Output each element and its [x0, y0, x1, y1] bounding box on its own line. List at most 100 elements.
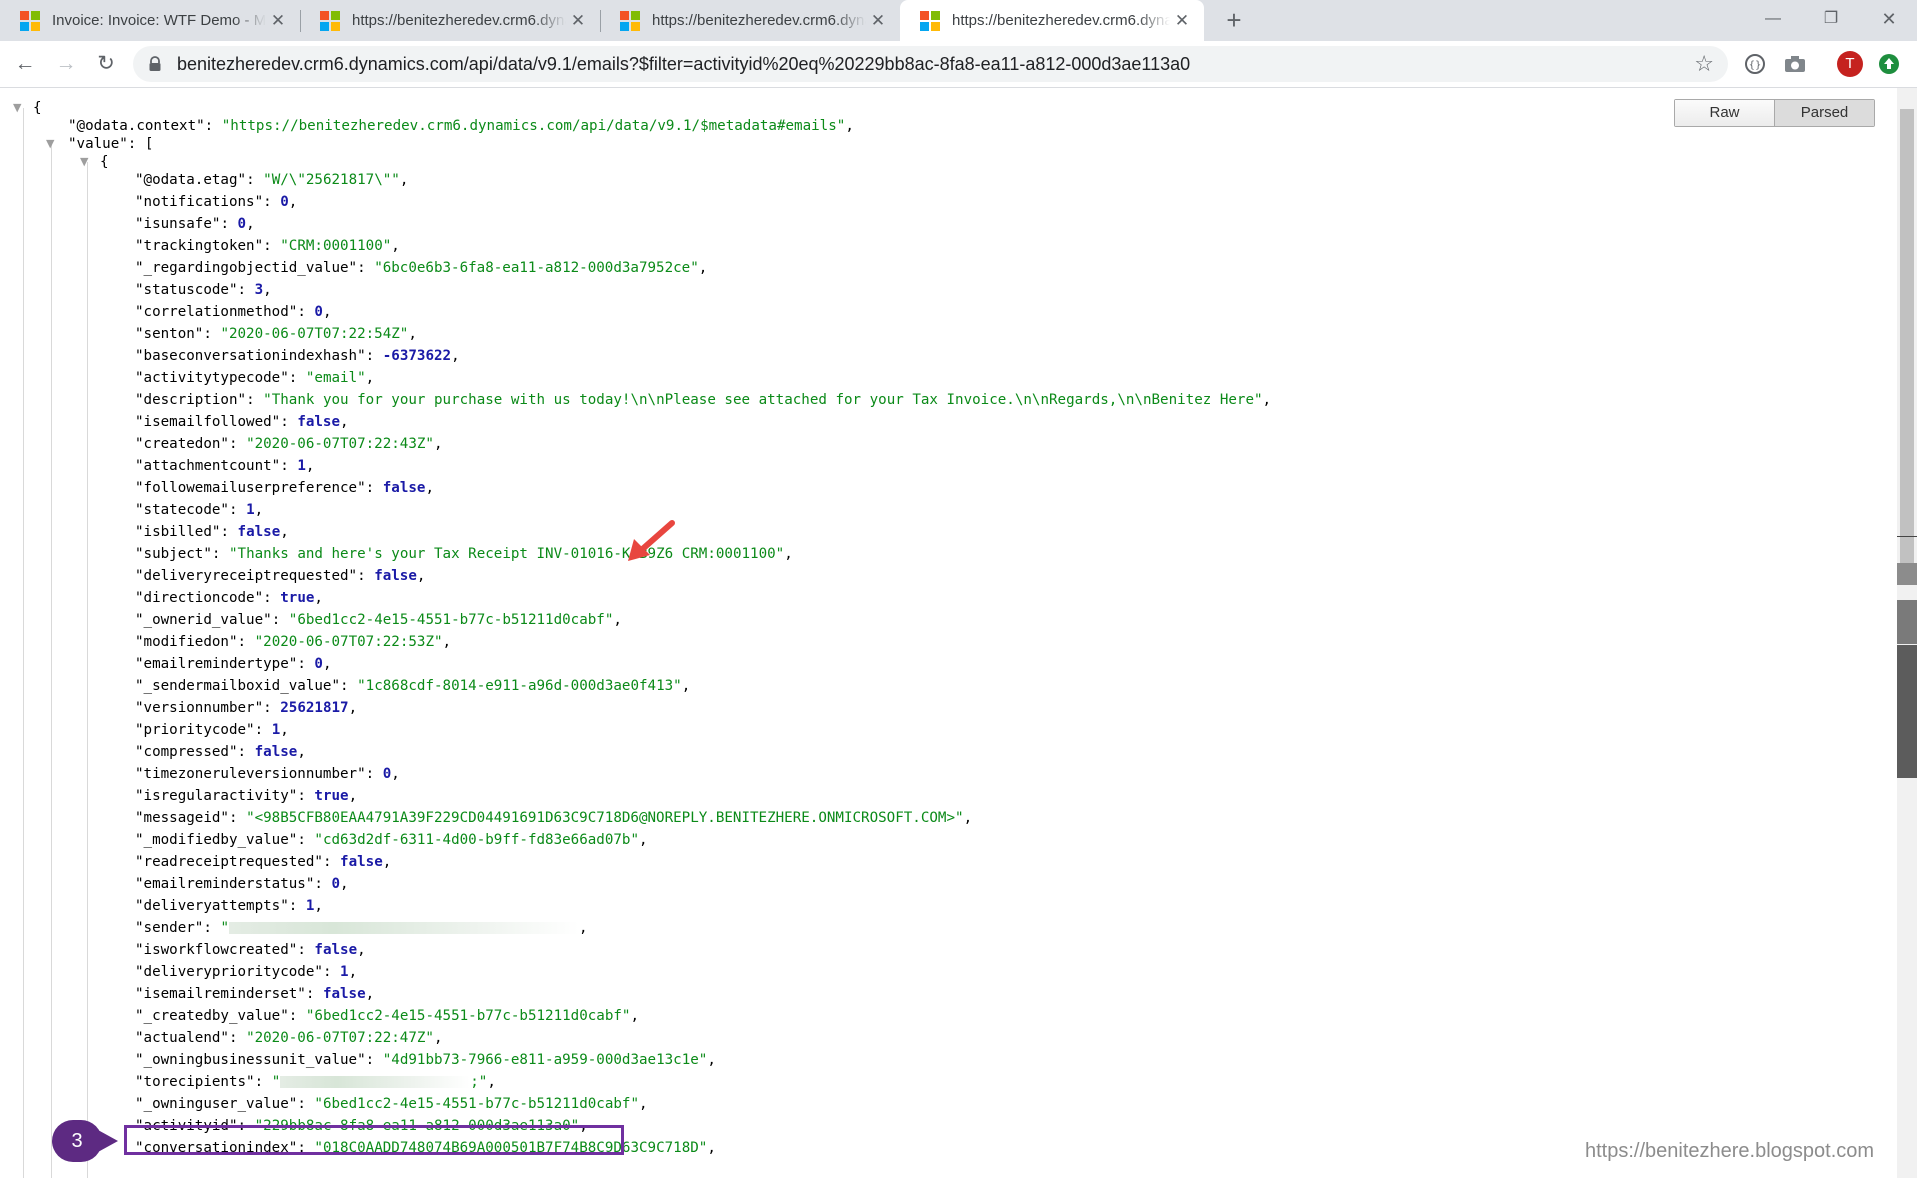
json-key: directioncode — [143, 590, 255, 606]
scroll-marker — [1897, 536, 1917, 537]
colon: : — [297, 942, 315, 958]
forward-icon[interactable]: → — [50, 48, 82, 80]
raw-view-button[interactable]: Raw — [1675, 100, 1775, 126]
browser-tab[interactable]: Invoice: Invoice: WTF Demo - Microsoft D… — [0, 0, 300, 41]
json-value: "6bed1cc2-4e15-4551-b77c-b51211d0cabf" — [305, 1008, 631, 1024]
json-row-isemailreminderset: "isemailreminderset": false, — [135, 983, 374, 1005]
parsed-view-button[interactable]: Parsed — [1775, 100, 1874, 126]
colon: : — [297, 832, 315, 848]
comma: , — [280, 524, 289, 540]
colon: : — [365, 348, 383, 364]
watermark: https://benitezhere.blogspot.com — [1585, 1140, 1875, 1162]
json-row-emailreminderstatus: "emailreminderstatus": 0, — [135, 873, 349, 895]
json-value: "2020-06-07T07:22:54Z" — [220, 326, 409, 342]
restore-window-icon[interactable]: ❐ — [1808, 4, 1854, 34]
json-key: _sendermailboxid_value — [143, 678, 332, 694]
json-row-followemailuserpreference: "followemailuserpreference": false, — [135, 477, 434, 499]
address-bar[interactable]: benitezheredev.crm6.dynamics.com/api/dat… — [133, 46, 1728, 82]
comma: , — [322, 304, 332, 320]
json-row-value: "value": [ — [68, 136, 154, 152]
quote-mark: " — [254, 700, 264, 716]
redacted-tail: ;" — [470, 1074, 488, 1090]
quote-mark: " — [228, 634, 238, 650]
quote-mark: " — [135, 1052, 144, 1068]
reload-icon[interactable]: ↻ — [90, 48, 122, 80]
scroll-marker — [1897, 600, 1917, 644]
scrollbar-thumb[interactable] — [1900, 109, 1914, 569]
quote-mark: " — [135, 392, 144, 408]
quote-mark: " — [331, 678, 341, 694]
json-value: 3 — [254, 282, 264, 298]
collapse-toggle-icon[interactable]: ▼ — [13, 101, 21, 114]
json-row-baseconversationindexhash: "baseconversationindexhash": -6373622, — [135, 345, 460, 367]
camera-icon[interactable] — [1782, 51, 1808, 77]
comma: , — [613, 612, 622, 628]
json-row-ownerid-value: "_ownerid_value": "6bed1cc2-4e15-4551-b7… — [135, 609, 622, 631]
comma: , — [442, 634, 452, 650]
comma: , — [322, 656, 332, 672]
json-key: notifications — [143, 194, 255, 210]
quote-mark: " — [135, 744, 144, 760]
url-text[interactable]: benitezheredev.crm6.dynamics.com/api/dat… — [177, 54, 1190, 75]
browser-tab[interactable]: https://benitezheredev.crm6.dynamics.com… — [600, 0, 900, 41]
json-key: _owningbusinessunit_value — [143, 1052, 358, 1068]
new-tab-button[interactable]: + — [1218, 4, 1250, 36]
collapse-toggle-icon[interactable]: ▼ — [46, 137, 54, 150]
json-row-compressed: "compressed": false, — [135, 741, 306, 763]
colon: : — [246, 172, 264, 188]
array-open-bracket: [ — [144, 136, 154, 152]
quote-mark: " — [135, 854, 144, 870]
comma: , — [288, 194, 298, 210]
colon: : — [211, 546, 229, 562]
json-value: "2020-06-07T07:22:53Z" — [254, 634, 443, 650]
json-key: _regardingobjectid_value — [143, 260, 349, 276]
minimize-window-icon[interactable]: — — [1750, 4, 1796, 34]
json-value: false — [237, 524, 281, 540]
colon: : — [322, 854, 341, 870]
scroll-marker — [1897, 563, 1917, 585]
quote-mark: " — [357, 480, 366, 496]
red-arrow-annotation-icon — [628, 520, 675, 561]
comma: , — [487, 1074, 496, 1090]
json-value: 1 — [297, 458, 306, 474]
json-row-attachmentcount: "attachmentcount": 1, — [135, 455, 314, 477]
close-tab-icon[interactable]: ✕ — [866, 11, 890, 31]
quote-mark: " — [246, 722, 255, 738]
quote-mark: " — [314, 854, 323, 870]
colon: : — [263, 238, 281, 254]
comma: , — [1262, 392, 1272, 408]
json-value: "https://benitezheredev.crm6.dynamics.co… — [221, 118, 846, 134]
extension-icon[interactable]: {} — [1742, 51, 1768, 77]
quote-mark: " — [280, 370, 289, 386]
close-tab-icon[interactable]: ✕ — [266, 11, 290, 31]
json-value: " ;" — [272, 1074, 488, 1090]
close-tab-icon[interactable]: ✕ — [566, 11, 590, 31]
json-row-isregularactivity: "isregularactivity": true, — [135, 785, 357, 807]
browser-tab-active[interactable]: https://benitezheredev.crm6.dynamics.com… — [900, 0, 1204, 41]
json-row-context: "@odata.context": "https://benitezherede… — [68, 118, 854, 134]
browser-tab[interactable]: https://benitezheredev.crm6.dynamics.com… — [300, 0, 600, 41]
colon: : — [237, 634, 255, 650]
collapse-toggle-icon[interactable]: ▼ — [80, 155, 88, 168]
json-row-createdon: "createdon": "2020-06-07T07:22:43Z", — [135, 433, 443, 455]
lock-icon[interactable] — [147, 56, 163, 72]
quote-mark: " — [254, 194, 264, 210]
colon: : — [288, 370, 306, 386]
json-value: " — [220, 920, 579, 936]
profile-avatar[interactable]: T — [1837, 51, 1863, 77]
json-key: _ownerid_value — [143, 612, 264, 628]
json-row-isemailfollowed: "isemailfollowed": false, — [135, 411, 349, 433]
close-window-icon[interactable]: ✕ — [1866, 4, 1912, 34]
colon: : — [220, 216, 238, 232]
quote-mark: " — [135, 920, 144, 936]
colon: : — [305, 986, 323, 1002]
quote-mark: " — [203, 546, 212, 562]
star-icon[interactable]: ☆ — [1694, 51, 1714, 77]
update-icon[interactable] — [1879, 54, 1899, 74]
comma: , — [357, 942, 366, 958]
colon: : — [288, 1008, 306, 1024]
back-icon[interactable]: ← — [9, 48, 41, 80]
quote-mark: " — [220, 1030, 229, 1046]
close-tab-icon[interactable]: ✕ — [1170, 11, 1194, 31]
microsoft-logo-icon — [320, 10, 340, 31]
